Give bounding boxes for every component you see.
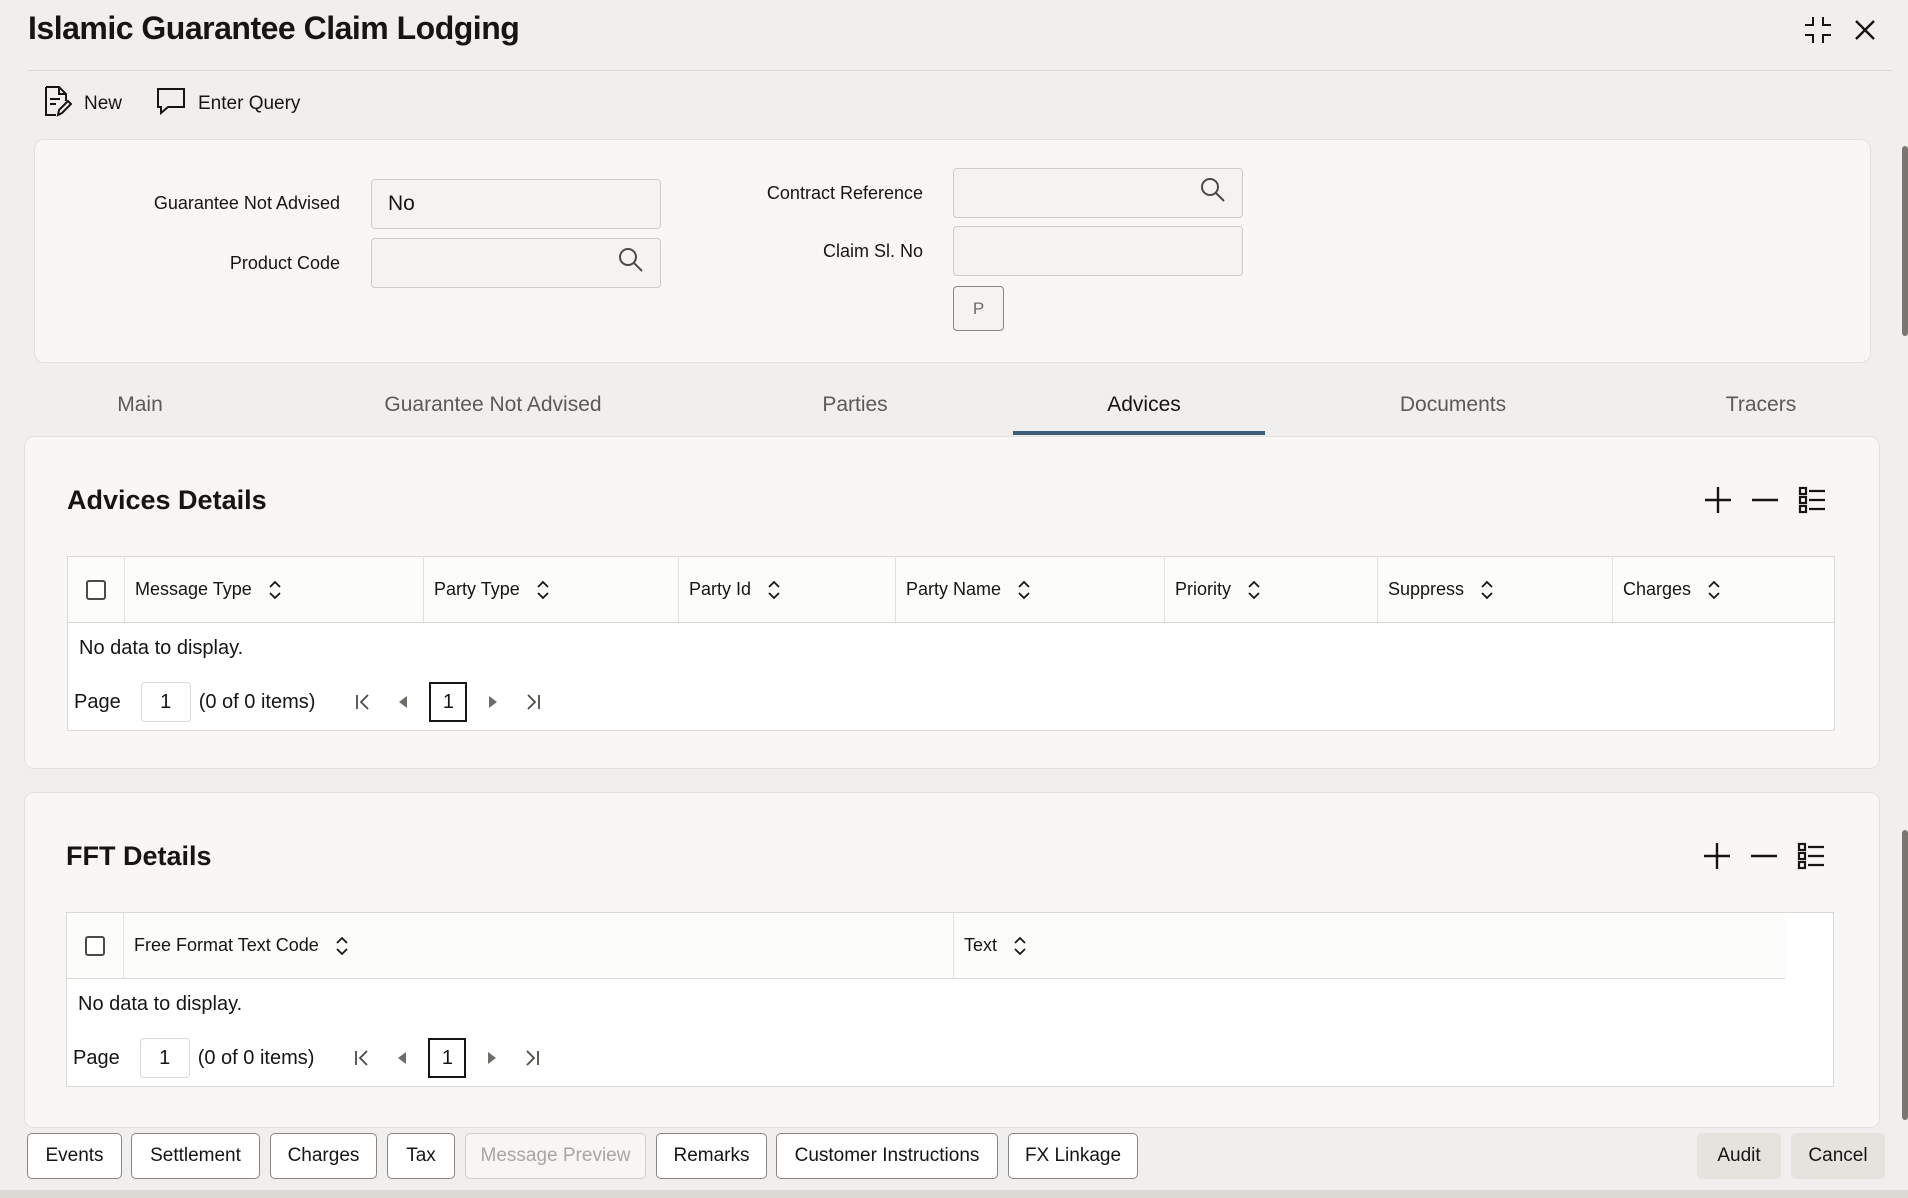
sort-icon[interactable]	[1707, 580, 1721, 600]
select-all-header	[68, 557, 125, 622]
next-page-icon[interactable]	[473, 682, 513, 722]
tab-main[interactable]: Main	[90, 393, 190, 435]
fft-table: Free Format Text Code Text No data to di…	[66, 912, 1834, 1087]
column-suppress[interactable]: Suppress	[1378, 557, 1613, 622]
add-row-icon[interactable]	[1697, 836, 1737, 876]
tax-button[interactable]: Tax	[387, 1133, 455, 1179]
contract-reference-input[interactable]	[953, 168, 1243, 218]
product-code-label: Product Code	[229, 253, 340, 273]
column-party-name[interactable]: Party Name	[896, 557, 1165, 622]
fft-section-title: FFT Details	[66, 841, 212, 871]
chat-icon	[156, 87, 186, 121]
fft-table-header: Free Format Text Code Text	[67, 913, 1785, 979]
scrollbar-thumb[interactable]	[1902, 146, 1908, 336]
scrollbar-thumb[interactable]	[1902, 830, 1908, 1120]
tab-tracers[interactable]: Tracers	[1700, 393, 1822, 435]
bottom-strip	[0, 1190, 1908, 1198]
new-button[interactable]: New	[42, 84, 122, 124]
sort-icon[interactable]	[1013, 936, 1027, 956]
select-all-checkbox[interactable]	[86, 579, 106, 600]
sort-icon[interactable]	[335, 936, 349, 956]
previous-page-icon[interactable]	[383, 682, 423, 722]
column-message-type[interactable]: Message Type	[125, 557, 424, 622]
advices-section-title: Advices Details	[67, 485, 267, 515]
active-tab-indicator	[1013, 431, 1265, 435]
advices-table: Message Type Party Type Party Id Party N…	[67, 556, 1835, 731]
page-number-input[interactable]: 1	[140, 682, 191, 722]
column-charges[interactable]: Charges	[1613, 557, 1834, 622]
message-preview-button[interactable]: Message Preview	[465, 1133, 646, 1179]
items-count: (0 of 0 items)	[197, 1046, 315, 1069]
list-view-icon[interactable]	[1791, 836, 1831, 876]
guarantee-not-advised-value: No	[388, 192, 415, 215]
select-all-checkbox[interactable]	[85, 935, 105, 956]
guarantee-not-advised-label: Guarantee Not Advised	[153, 193, 340, 213]
page-number-input[interactable]: 1	[139, 1038, 190, 1078]
advices-table-header: Message Type Party Type Party Id Party N…	[68, 557, 1834, 623]
p-button[interactable]: P	[953, 286, 1004, 331]
claim-sl-no-input[interactable]	[953, 226, 1243, 276]
column-text[interactable]: Text	[954, 913, 1785, 978]
settlement-button[interactable]: Settlement	[131, 1133, 260, 1179]
last-page-icon[interactable]	[512, 1038, 552, 1078]
vertical-scrollbar[interactable]	[1902, 140, 1908, 1130]
title-divider	[28, 70, 1892, 71]
add-row-icon[interactable]	[1698, 480, 1738, 520]
page-title: Islamic Guarantee Claim Lodging	[28, 10, 520, 46]
current-page[interactable]: 1	[429, 682, 468, 722]
column-party-id[interactable]: Party Id	[679, 557, 896, 622]
advices-no-data: No data to display.	[79, 637, 244, 659]
list-view-icon[interactable]	[1792, 480, 1832, 520]
remarks-button[interactable]: Remarks	[656, 1133, 767, 1179]
sort-icon[interactable]	[536, 580, 550, 600]
search-icon[interactable]	[1200, 177, 1226, 209]
enter-query-label: Enter Query	[198, 93, 301, 114]
customer-instructions-button[interactable]: Customer Instructions	[776, 1133, 998, 1179]
new-label: New	[84, 93, 123, 114]
tab-advices[interactable]: Advices	[1074, 393, 1214, 435]
page-label: Page	[73, 1046, 120, 1069]
product-code-input[interactable]	[371, 238, 661, 288]
audit-button[interactable]: Audit	[1697, 1133, 1781, 1179]
tab-parties[interactable]: Parties	[800, 393, 910, 435]
select-all-header	[67, 913, 124, 978]
column-party-type[interactable]: Party Type	[424, 557, 679, 622]
enter-query-button[interactable]: Enter Query	[156, 84, 300, 124]
column-free-format-text-code[interactable]: Free Format Text Code	[124, 913, 954, 978]
events-button[interactable]: Events	[27, 1133, 122, 1179]
sort-icon[interactable]	[1480, 580, 1494, 600]
first-page-icon[interactable]	[342, 1038, 382, 1078]
claim-sl-no-label: Claim Sl. No	[822, 241, 923, 261]
tab-guarantee-not-advised[interactable]: Guarantee Not Advised	[362, 393, 624, 435]
contract-reference-label: Contract Reference	[766, 183, 923, 203]
next-page-icon[interactable]	[472, 1038, 512, 1078]
sort-icon[interactable]	[767, 580, 781, 600]
search-icon[interactable]	[618, 247, 644, 279]
items-count: (0 of 0 items)	[198, 690, 316, 713]
guarantee-not-advised-field[interactable]: No	[371, 179, 661, 229]
charges-button[interactable]: Charges	[270, 1133, 377, 1179]
current-page[interactable]: 1	[428, 1038, 467, 1078]
close-icon[interactable]	[1845, 12, 1885, 48]
sort-icon[interactable]	[268, 580, 282, 600]
previous-page-icon[interactable]	[382, 1038, 422, 1078]
minimize-icon[interactable]	[1798, 12, 1838, 48]
sort-icon[interactable]	[1247, 580, 1261, 600]
new-document-icon	[42, 85, 73, 123]
fx-linkage-button[interactable]: FX Linkage	[1008, 1133, 1138, 1179]
remove-row-icon[interactable]	[1745, 480, 1785, 520]
last-page-icon[interactable]	[513, 682, 553, 722]
fft-no-data: No data to display.	[78, 993, 243, 1015]
first-page-icon[interactable]	[343, 682, 383, 722]
remove-row-icon[interactable]	[1744, 836, 1784, 876]
tab-documents[interactable]: Documents	[1383, 393, 1523, 435]
sort-icon[interactable]	[1017, 580, 1031, 600]
advices-pagination: Page 1 (0 of 0 items) 1	[74, 682, 553, 722]
fft-pagination: Page 1 (0 of 0 items) 1	[73, 1038, 552, 1078]
column-priority[interactable]: Priority	[1165, 557, 1378, 622]
page-label: Page	[74, 690, 121, 713]
cancel-button[interactable]: Cancel	[1791, 1133, 1885, 1179]
